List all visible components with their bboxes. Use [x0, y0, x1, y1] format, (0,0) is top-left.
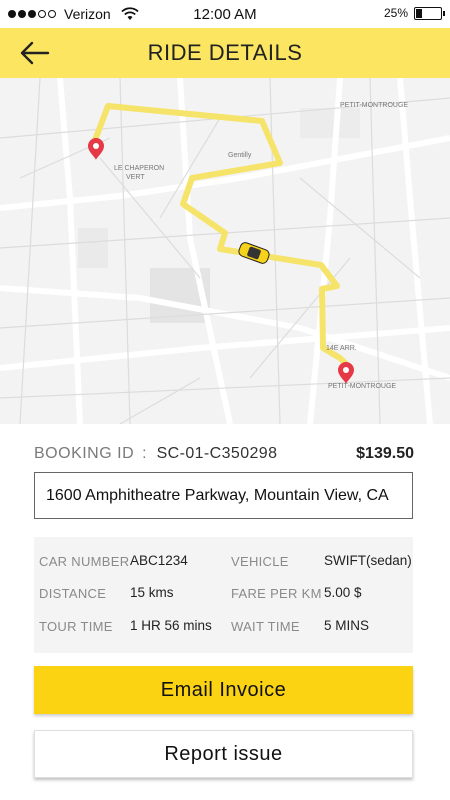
fare-per-km-label: FARE PER KM — [231, 586, 322, 601]
map-canvas: LE CHAPERON VERT Gentilly PETIT-MONTROUG… — [0, 78, 450, 424]
ride-details-card: CAR NUMBER ABC1234 VEHICLE SWIFT(sedan) … — [34, 537, 413, 653]
status-bar: Verizon 12:00 AM 25% — [0, 0, 450, 28]
battery-icon — [414, 6, 445, 20]
status-right: 25% — [383, 6, 445, 20]
app-header: RIDE DETAILS — [0, 28, 450, 78]
vehicle-value: SWIFT(sedan) — [324, 553, 412, 568]
battery-percent: 25% — [383, 6, 408, 20]
route-map[interactable]: LE CHAPERON VERT Gentilly PETIT-MONTROUG… — [0, 78, 450, 424]
start-location-pin-icon[interactable] — [88, 138, 104, 160]
distance-value: 15 kms — [130, 585, 174, 600]
fare-per-km-value: 5.00 $ — [324, 585, 362, 600]
map-label-gentilly: Gentilly — [228, 152, 252, 159]
car-number-label: CAR NUMBER — [39, 554, 130, 569]
vehicle-label: VEHICLE — [231, 554, 289, 569]
address-field[interactable]: 1600 Amphitheatre Parkway, Mountain View… — [34, 472, 413, 519]
booking-amount: $139.50 — [356, 445, 414, 462]
booking-id-separator: : — [142, 445, 147, 462]
back-button[interactable] — [18, 38, 52, 68]
booking-row: BOOKING ID : SC-01-C350298 $139.50 — [34, 445, 414, 463]
taxi-car-icon — [238, 242, 270, 264]
booking-id-value: SC-01-C350298 — [156, 445, 278, 462]
destination-pin-icon[interactable] — [338, 362, 354, 384]
distance-label: DISTANCE — [39, 586, 107, 601]
wait-time-value: 5 MINS — [324, 618, 370, 633]
map-label-petit-montrouge-top: PETIT-MONTROUGE — [340, 102, 408, 109]
map-label-petit-montrouge-bottom: PETIT-MONTROUGE — [328, 383, 396, 390]
booking-id-label: BOOKING ID — [34, 445, 135, 462]
map-label-arrondissement: 14E ARR. — [326, 345, 357, 352]
status-time: 12:00 AM — [193, 6, 257, 23]
map-label-vert: VERT — [126, 174, 145, 181]
page-title: RIDE DETAILS — [147, 40, 303, 65]
back-arrow-icon — [20, 41, 50, 65]
report-issue-button[interactable]: Report issue — [34, 730, 413, 778]
map-block — [78, 228, 108, 268]
map-block — [300, 108, 360, 138]
wait-time-label: WAIT TIME — [231, 619, 300, 634]
email-invoice-button[interactable]: Email Invoice — [34, 666, 413, 714]
map-label-chaperon: LE CHAPERON — [114, 165, 164, 172]
tour-time-label: TOUR TIME — [39, 619, 113, 634]
tour-time-value: 1 HR 56 mins — [130, 618, 212, 633]
car-number-value: ABC1234 — [130, 553, 188, 568]
route-line — [89, 103, 351, 369]
